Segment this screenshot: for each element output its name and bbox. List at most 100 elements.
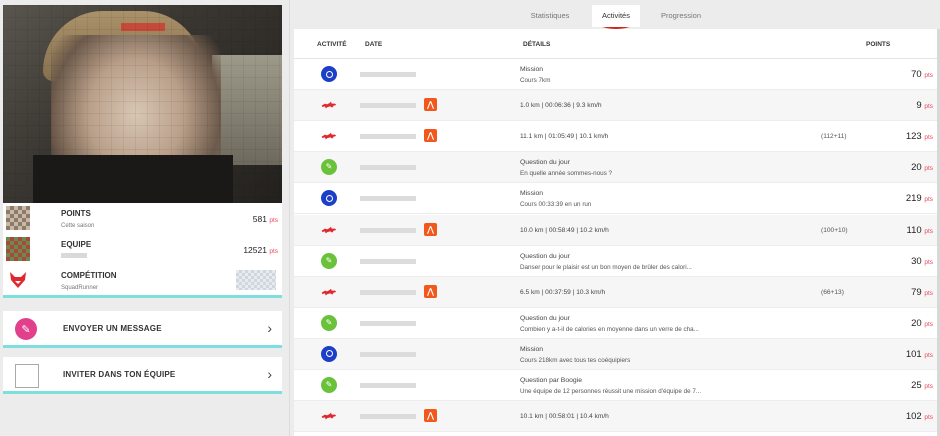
blurred-team-name xyxy=(61,253,87,258)
run-fox-icon xyxy=(321,97,337,113)
run-stats: 1.0 km | 00:06:36 | 9.3 km/h xyxy=(520,102,602,110)
header-points: POINTS xyxy=(866,41,891,48)
tab-progression[interactable]: Progression xyxy=(641,5,721,27)
activity-row[interactable]: Mission Cours 00:33:39 en un run 219 pts xyxy=(294,183,937,215)
stat-title: POINTS xyxy=(61,209,91,218)
blurred-date xyxy=(360,414,416,420)
points-number: 20 xyxy=(911,162,922,174)
header-activity: ACTIVITÉ xyxy=(317,41,347,48)
points-unit: pts xyxy=(924,72,933,79)
stat-subtitle: SquadRunner xyxy=(61,285,99,291)
question-icon: ✎ xyxy=(321,314,337,331)
points-unit: pts xyxy=(924,103,933,111)
points-number: 70 xyxy=(911,69,922,80)
activity-row[interactable]: ⋀ 11.1 km | 01:05:49 | 10.1 km/h (112+11) 1… xyxy=(294,121,937,153)
stat-title: COMPÉTITION xyxy=(61,271,117,280)
points-unit: pts xyxy=(924,134,933,142)
question-icon: ✎ xyxy=(321,377,337,393)
points-breakdown: (66+13) xyxy=(821,288,844,296)
activity-row[interactable]: ✎ Question du jour Danser pour le plaisir … xyxy=(294,246,937,277)
run-stats: 6.5 km | 00:37:59 | 10.3 km/h xyxy=(520,288,606,296)
mission-icon xyxy=(321,345,337,362)
blurred-date xyxy=(360,383,416,388)
question-icon: ✎ xyxy=(321,159,337,176)
activity-row[interactable]: Mission Cours 218km avec tous tes coéquip… xyxy=(294,338,937,370)
tab-activites[interactable]: Activités xyxy=(592,5,640,27)
strava-icon[interactable]: ⋀ xyxy=(424,409,437,423)
blurred-date xyxy=(360,196,416,202)
blurred-date xyxy=(360,289,416,295)
stat-row: POINTS Cette saison 581 pts xyxy=(3,203,282,234)
blurred-date xyxy=(360,351,416,357)
strava-icon[interactable]: ⋀ xyxy=(424,98,437,112)
stat-subtitle: Cette saison xyxy=(61,223,95,229)
activity-row[interactable]: ✎ Question du jour Combien y a-t-il de cal… xyxy=(294,308,937,339)
blurred-date xyxy=(360,103,416,109)
run-fox-icon xyxy=(321,284,337,300)
stat-number: 581 xyxy=(252,214,267,224)
blurred-date xyxy=(360,227,416,233)
strava-icon[interactable]: ⋀ xyxy=(424,129,437,143)
detail-title: Question du jour xyxy=(520,159,570,167)
invite-team-button[interactable]: INVITER DANS TON ÉQUIPE › xyxy=(3,357,282,394)
run-fox-icon xyxy=(321,128,337,144)
points-number: 30 xyxy=(911,255,922,267)
points-value: 25 pts xyxy=(911,380,933,391)
mission-icon xyxy=(321,66,337,82)
points-value: 110 pts xyxy=(907,225,933,236)
tab-statistiques[interactable]: Statistiques xyxy=(497,5,603,27)
profile-column: POINTS Cette saison 581 pts EQUIPE 12521 pts… xyxy=(0,0,290,436)
activity-row[interactable]: ⋀ 10.0 km | 00:58:49 | 10.2 km/h (100+10) 1… xyxy=(294,214,937,246)
detail-subtitle: Une équipe de 12 personnes réussit une m… xyxy=(520,388,702,395)
points-number: 101 xyxy=(905,348,922,360)
run-stats: 10.1 km | 00:58:01 | 10.4 km/h xyxy=(520,413,609,421)
detail-title: Question du jour xyxy=(520,252,570,260)
stat-unit: pts xyxy=(269,217,278,224)
activity-row[interactable]: ⋀ 6.5 km | 00:37:59 | 10.3 km/h (66+13) 79 … xyxy=(294,276,937,308)
activity-row[interactable]: ⋀ 10.1 km | 00:58:01 | 10.4 km/h 102 pts xyxy=(294,401,937,433)
detail-subtitle: Cours 00:33:39 en un run xyxy=(520,201,592,209)
blurred-date xyxy=(360,134,416,140)
points-number: 79 xyxy=(911,286,922,298)
points-number: 219 xyxy=(905,193,922,205)
points-unit: pts xyxy=(924,196,933,204)
points-unit: pts xyxy=(924,258,933,266)
activity-row[interactable]: ⋀ 1.0 km | 00:06:36 | 9.3 km/h 9 pts xyxy=(294,90,937,122)
detail-subtitle: Cours 218km avec tous tes coéquipiers xyxy=(520,356,631,364)
strava-icon[interactable]: ⋀ xyxy=(424,284,437,298)
send-message-label: ENVOYER UN MESSAGE xyxy=(63,324,162,333)
activity-row[interactable]: ✎ Question du jour En quelle année sommes-… xyxy=(294,152,937,184)
stat-row: COMPÉTITION SquadRunner xyxy=(3,265,282,296)
team-mosaic-icon xyxy=(6,237,30,261)
avatar-mosaic-icon xyxy=(6,206,30,230)
detail-title: Mission xyxy=(520,345,544,353)
points-breakdown: (100+10) xyxy=(821,226,848,234)
activity-row[interactable]: Mission Cours 7km 70 pts xyxy=(294,59,937,90)
detail-subtitle: Cours 7km xyxy=(520,77,551,84)
send-message-button[interactable]: ✎ ENVOYER UN MESSAGE › xyxy=(3,311,282,348)
strava-icon[interactable]: ⋀ xyxy=(424,222,437,236)
chevron-right-icon: › xyxy=(267,366,272,382)
points-value: 20 pts xyxy=(911,162,933,173)
invite-team-label: INVITER DANS TON ÉQUIPE xyxy=(63,370,176,379)
points-number: 25 xyxy=(911,380,922,391)
stat-row: EQUIPE 12521 pts xyxy=(3,234,282,265)
fox-icon xyxy=(6,268,30,292)
points-number: 110 xyxy=(906,224,922,236)
activity-row[interactable]: ✎ Question par Boogie Une équipe de 12 per… xyxy=(294,370,937,401)
points-number: 102 xyxy=(905,411,922,423)
points-value: 219 pts xyxy=(906,193,933,204)
blurred-date xyxy=(360,165,416,171)
points-unit: pts xyxy=(924,383,933,390)
stat-value: 581 pts xyxy=(253,214,278,224)
stat-number: 12521 xyxy=(243,245,267,255)
points-value: 101 pts xyxy=(906,349,933,360)
competition-logo xyxy=(236,270,276,290)
points-unit: pts xyxy=(924,320,933,328)
blurred-date xyxy=(360,72,416,77)
detail-subtitle: Danser pour le plaisir est un bon moyen … xyxy=(520,263,692,271)
points-unit: pts xyxy=(924,227,933,235)
run-stats: 11.1 km | 01:05:49 | 10.1 km/h xyxy=(520,133,609,141)
stat-title: EQUIPE xyxy=(61,240,92,249)
detail-title: Question du jour xyxy=(520,314,570,322)
